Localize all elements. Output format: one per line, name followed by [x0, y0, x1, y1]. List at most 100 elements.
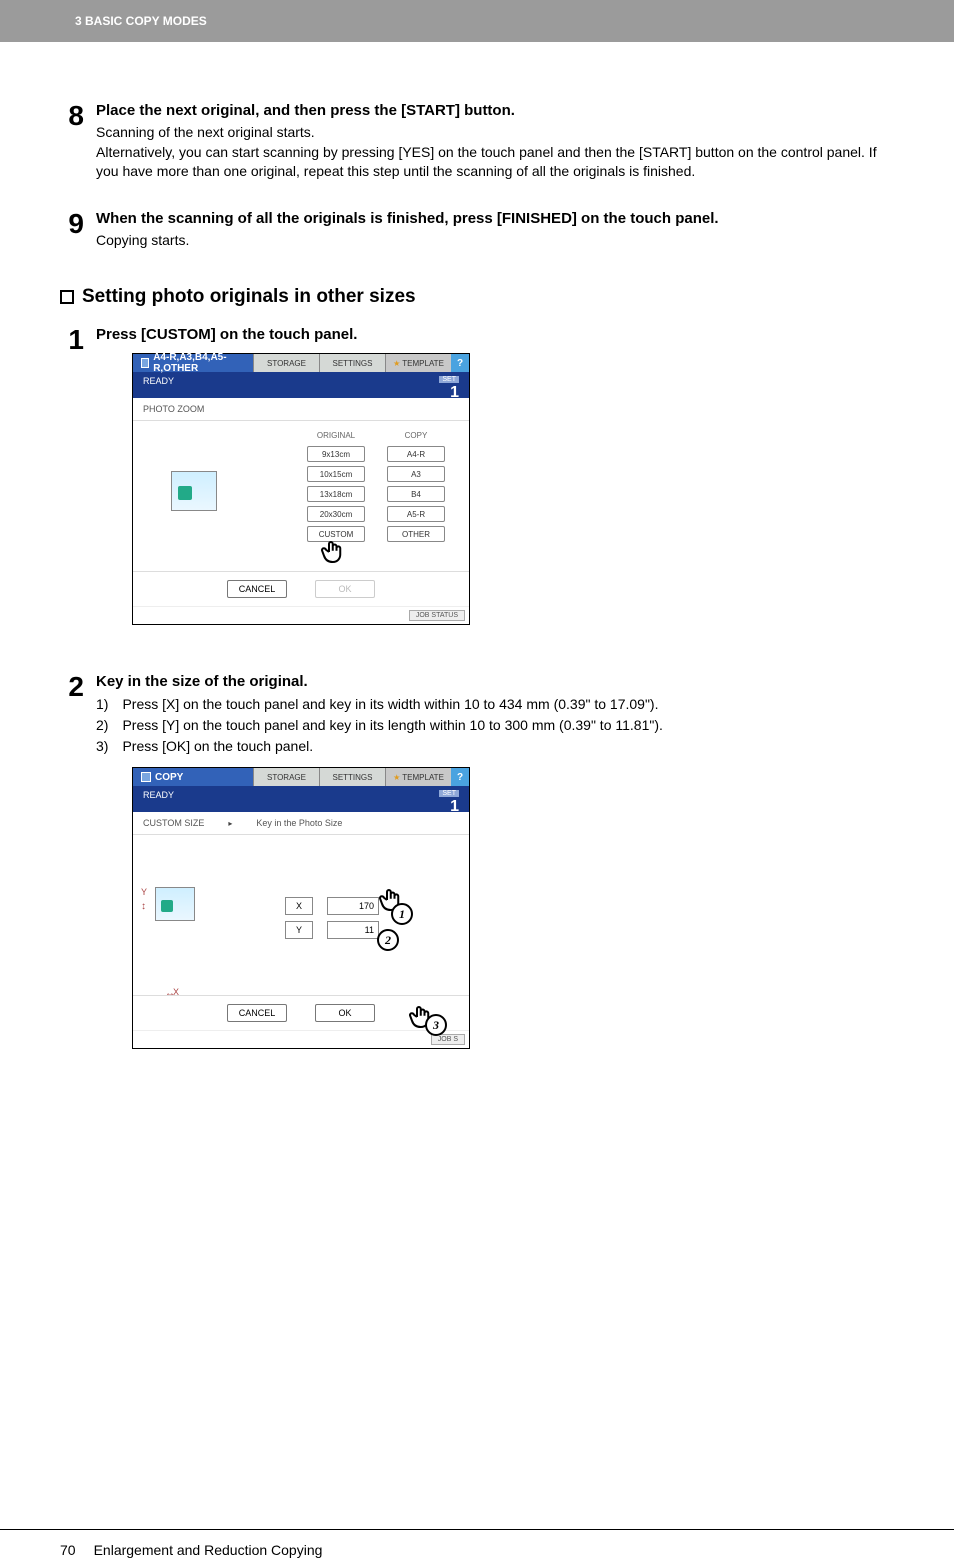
photo-thumbnail-icon: [171, 471, 217, 511]
size-button[interactable]: A5-R: [387, 506, 445, 522]
y-axis-label: Y: [141, 887, 147, 897]
step-number: 9: [60, 210, 96, 251]
ready-label: READY: [143, 376, 174, 386]
column-header: ORIGINAL: [307, 431, 365, 440]
step-number: 2: [60, 673, 96, 1069]
set-badge: SET: [439, 376, 459, 383]
panel-tabs: STORAGE SETTINGS ★TEMPLATE: [253, 768, 451, 786]
star-icon: ★: [393, 359, 400, 368]
copy-label: A4-R,A3,B4,A5-R,OTHER: [153, 352, 245, 374]
tab-template[interactable]: ★TEMPLATE: [385, 354, 451, 372]
help-button[interactable]: ?: [451, 768, 469, 786]
panel-main-area: Y ↕ ↔ X X 170 Y 11: [133, 835, 469, 995]
job-status-row: JOB STATUS: [133, 606, 469, 624]
step-number: 8: [60, 102, 96, 182]
job-status-button[interactable]: JOB S: [431, 1034, 465, 1045]
arrow-icon: ↕: [141, 901, 146, 912]
column-header: COPY: [387, 431, 445, 440]
step-8: 8 Place the next original, and then pres…: [60, 102, 894, 182]
step-title: When the scanning of all the originals i…: [96, 210, 894, 227]
substep: 3) Press [OK] on the touch panel.: [96, 736, 894, 757]
ok-button[interactable]: OK: [315, 1004, 375, 1022]
hand-pointer-icon: [319, 537, 349, 567]
other-button[interactable]: OTHER: [387, 526, 445, 542]
panel-status-bar: READY SET 1: [133, 786, 469, 812]
step-body: Place the next original, and then press …: [96, 102, 894, 182]
step-title: Key in the size of the original.: [96, 673, 894, 690]
copy-count: 1: [439, 799, 459, 815]
set-badge: SET: [439, 790, 459, 797]
step-2: 2 Key in the size of the original. 1) Pr…: [60, 673, 894, 1069]
tab-storage[interactable]: STORAGE: [253, 354, 319, 372]
size-button[interactable]: 10x15cm: [307, 466, 365, 482]
mode-label: PHOTO ZOOM: [133, 398, 469, 421]
panel-tabs: STORAGE SETTINGS ★TEMPLATE: [253, 354, 451, 372]
breadcrumb-arrow-icon: ▸: [228, 819, 232, 828]
step-desc-line: Scanning of the next original starts.: [96, 123, 894, 143]
y-row: Y 11: [285, 921, 379, 939]
x-row: X 170: [285, 897, 379, 915]
y-button[interactable]: Y: [285, 921, 313, 939]
cancel-button[interactable]: CANCEL: [227, 1004, 287, 1022]
cancel-button[interactable]: CANCEL: [227, 580, 287, 598]
section-heading: Setting photo originals in other sizes: [60, 286, 894, 308]
panel-footer: CANCEL OK: [133, 571, 469, 606]
step-desc-line: Copying starts.: [96, 231, 894, 251]
step-body: Press [CUSTOM] on the touch panel. A4-R,…: [96, 326, 894, 645]
size-button[interactable]: A3: [387, 466, 445, 482]
photo-thumbnail-icon: [155, 887, 195, 921]
substeps-list: 1) Press [X] on the touch panel and key …: [96, 694, 894, 757]
mode-sublabel: Key in the Photo Size: [256, 818, 342, 828]
size-button[interactable]: A4-R: [387, 446, 445, 462]
chapter-text: 3 BASIC COPY MODES: [75, 14, 207, 28]
help-button[interactable]: ?: [451, 354, 469, 372]
x-value-field[interactable]: 170: [327, 897, 379, 915]
panel-footer: CANCEL OK 3: [133, 995, 469, 1030]
panel-topbar: A4-R,A3,B4,A5-R,OTHER STORAGE SETTINGS ★…: [133, 354, 469, 372]
copy-label: COPY: [155, 772, 183, 783]
tab-settings[interactable]: SETTINGS: [319, 354, 385, 372]
step-9: 9 When the scanning of all the originals…: [60, 210, 894, 251]
callout-1: 1: [391, 903, 413, 925]
substep: 1) Press [X] on the touch panel and key …: [96, 694, 894, 715]
copy-icon: [141, 772, 151, 782]
step-title: Press [CUSTOM] on the touch panel.: [96, 326, 894, 343]
mode-label-row: CUSTOM SIZE ▸ Key in the Photo Size: [133, 812, 469, 835]
star-icon: ★: [393, 773, 400, 782]
tab-storage[interactable]: STORAGE: [253, 768, 319, 786]
callout-2: 2: [377, 929, 399, 951]
y-value-field[interactable]: 11: [327, 921, 379, 939]
square-bullet-icon: [60, 290, 74, 304]
page-content: 8 Place the next original, and then pres…: [0, 42, 954, 1069]
section-title: Setting photo originals in other sizes: [82, 286, 416, 308]
step-1: 1 Press [CUSTOM] on the touch panel. A4-…: [60, 326, 894, 645]
copy-mode-badge: COPY: [133, 768, 253, 786]
touch-panel-screenshot-2: COPY STORAGE SETTINGS ★TEMPLATE ? READY …: [132, 767, 470, 1049]
ok-button[interactable]: OK: [315, 580, 375, 598]
copy-column: COPY A4-R A3 B4 A5-R OTHER: [387, 431, 445, 561]
xy-inputs: X 170 Y 11: [285, 897, 379, 985]
page-number: 70: [60, 1542, 76, 1558]
mode-label: CUSTOM SIZE: [143, 818, 204, 828]
step-number: 1: [60, 326, 96, 645]
step-body: When the scanning of all the originals i…: [96, 210, 894, 251]
job-status-button[interactable]: JOB STATUS: [409, 610, 465, 621]
ready-label: READY: [143, 790, 174, 800]
panel-main-area: ORIGINAL 9x13cm 10x15cm 13x18cm 20x30cm …: [133, 421, 469, 571]
copy-count: 1: [439, 385, 459, 401]
size-button[interactable]: 9x13cm: [307, 446, 365, 462]
dimension-diagram: Y ↕ ↔ X: [155, 887, 245, 985]
footer-title: Enlargement and Reduction Copying: [94, 1542, 323, 1558]
size-button[interactable]: B4: [387, 486, 445, 502]
copy-mode-badge: A4-R,A3,B4,A5-R,OTHER: [133, 354, 253, 372]
step-body: Key in the size of the original. 1) Pres…: [96, 673, 894, 1069]
size-button[interactable]: 13x18cm: [307, 486, 365, 502]
x-button[interactable]: X: [285, 897, 313, 915]
tab-template[interactable]: ★TEMPLATE: [385, 768, 451, 786]
substep: 2) Press [Y] on the touch panel and key …: [96, 715, 894, 736]
copy-icon: [141, 358, 149, 368]
tab-settings[interactable]: SETTINGS: [319, 768, 385, 786]
step-title: Place the next original, and then press …: [96, 102, 894, 119]
size-button[interactable]: 20x30cm: [307, 506, 365, 522]
page-footer: 70 Enlargement and Reduction Copying: [0, 1529, 954, 1558]
